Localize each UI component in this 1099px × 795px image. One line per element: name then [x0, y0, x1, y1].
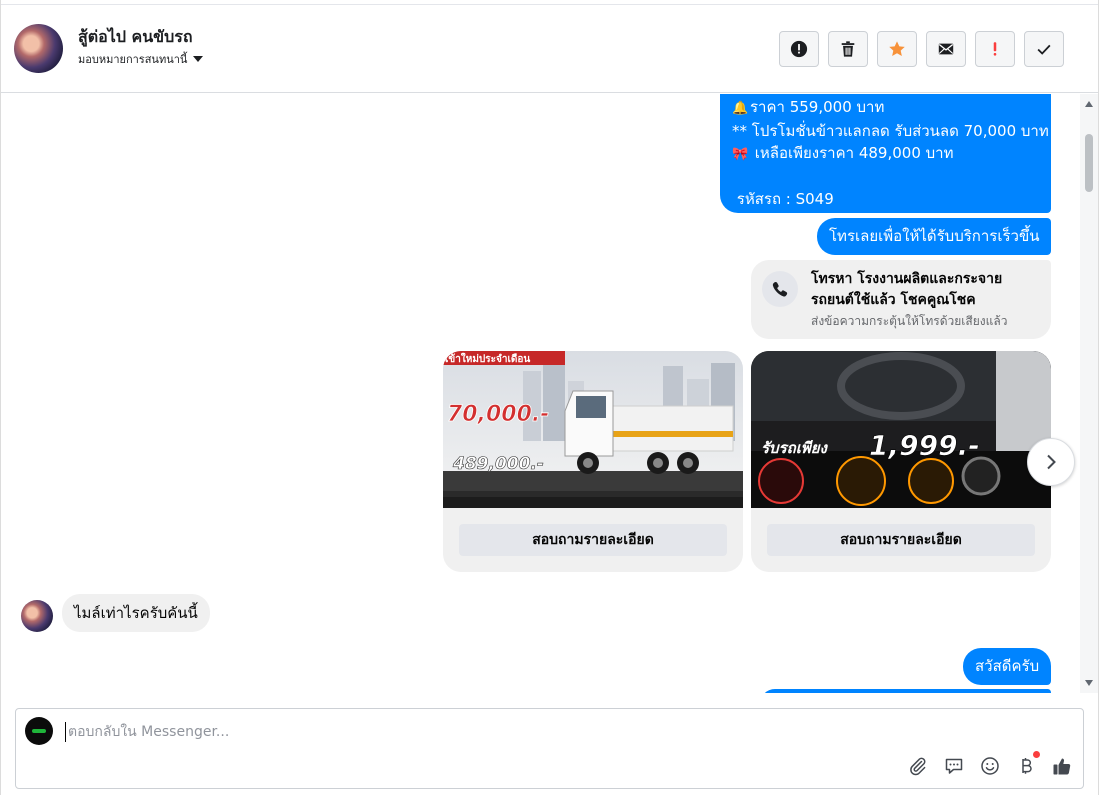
- truck-ad-image[interactable]: เข้าใหม่ประจำเดือน 70,000.- 489,000.-: [443, 351, 743, 508]
- outgoing-message-bubble: สวัสดีครับ: [963, 648, 1052, 685]
- header-actions: [779, 31, 1064, 67]
- card2-amount: 1,999.-: [869, 429, 980, 462]
- trash-icon: [841, 41, 855, 57]
- messenger-conversation-window: สู้ต่อไป คนขับรถ มอบหมายการสนทนานี้ 🔔 รา…: [0, 0, 1099, 795]
- attach-button[interactable]: [907, 755, 929, 777]
- assign-conversation-label: มอบหมายการสนทนานี้: [78, 53, 188, 66]
- carousel-next-button[interactable]: [1027, 438, 1075, 486]
- contact-avatar-small[interactable]: [21, 600, 53, 632]
- listing-price: ราคา 559,000 บาท: [750, 98, 885, 116]
- caret-down-icon: [193, 56, 204, 62]
- call-card[interactable]: โทรหา โรงงานผลิตและกระจายรถยนต์ใช้แล้ว โ…: [751, 260, 1051, 339]
- call-prompt-bubble: โทรเลยเพื่อให้ได้รับบริการเร็วขึ้น: [817, 218, 1052, 255]
- inquire-details-button[interactable]: สอบถามรายละเอียด: [767, 524, 1035, 556]
- check-icon: [1037, 44, 1051, 55]
- saved-replies-button[interactable]: [943, 755, 965, 777]
- payment-button[interactable]: [1015, 751, 1040, 777]
- reply-input[interactable]: [65, 722, 765, 742]
- bell-icon: 🔔: [732, 101, 749, 116]
- card2-headline: รับรถเพียง: [761, 439, 829, 457]
- inquire-details-button[interactable]: สอบถามรายละเอียด: [459, 524, 727, 556]
- alert-circle-icon: [790, 40, 808, 58]
- spam-button[interactable]: [975, 31, 1015, 67]
- card1-banner: เข้าใหม่ประจำเดือน: [445, 352, 530, 365]
- contact-avatar[interactable]: [14, 24, 63, 73]
- scroll-up-arrow-icon[interactable]: [1085, 101, 1093, 107]
- page-avatar: [25, 717, 53, 745]
- chevron-right-icon: [1047, 454, 1056, 470]
- listing-message-bubble: 🔔 ราคา 559,000 บาท ** โปรโมชั่นข้าวแลกลด …: [720, 94, 1051, 213]
- star-icon: [889, 41, 905, 57]
- reply-composer: [15, 708, 1084, 789]
- star-button[interactable]: [877, 31, 917, 67]
- exclamation-icon: [993, 42, 997, 56]
- delete-button[interactable]: [828, 31, 868, 67]
- card1-discount: 70,000.-: [447, 402, 549, 427]
- carousel-card: เข้าใหม่ประจำเดือน 70,000.- 489,000.- สอ…: [443, 351, 743, 572]
- baht-icon: [1022, 758, 1032, 774]
- call-card-subtitle: ส่งข้อความกระตุ้นให้โทรด้วยเสียงแล้ว: [811, 314, 1008, 328]
- conversation-header: สู้ต่อไป คนขับรถ มอบหมายการสนทนานี้: [1, 4, 1098, 93]
- report-button[interactable]: [779, 31, 819, 67]
- truck-interior-image[interactable]: รับรถเพียง 1,999.-: [751, 351, 1051, 508]
- ribbon-icon: 🎀: [732, 147, 749, 162]
- done-button[interactable]: [1024, 31, 1064, 67]
- mark-unread-button[interactable]: [926, 31, 966, 67]
- thumbs-up-icon: [1053, 758, 1071, 775]
- paperclip-icon: [910, 757, 926, 776]
- listing-promo: ** โปรโมชั่นข้าวแลกลด รับส่วนลด 70,000 บ…: [732, 122, 1049, 140]
- notification-dot: [1033, 751, 1040, 758]
- phone-icon: [762, 271, 798, 307]
- scroll-down-arrow-icon[interactable]: [1085, 680, 1093, 686]
- assign-conversation-dropdown[interactable]: มอบหมายการสนทนานี้: [78, 50, 204, 68]
- like-button[interactable]: [1051, 755, 1073, 777]
- card1-price: 489,000.-: [452, 454, 544, 474]
- message-thread[interactable]: 🔔 ราคา 559,000 บาท ** โปรโมชั่นข้าวแลกลด …: [1, 94, 1081, 693]
- composer-tools: [907, 751, 1073, 777]
- call-card-title: โทรหา โรงงานผลิตและกระจายรถยนต์ใช้แล้ว โ…: [811, 271, 1003, 308]
- smiley-icon: [981, 757, 999, 775]
- contact-name[interactable]: สู้ต่อไป คนขับรถ: [78, 25, 193, 50]
- listing-final-price: เหลือเพียงราคา 489,000 บาท: [754, 144, 954, 162]
- emoji-button[interactable]: [979, 755, 1001, 777]
- scrollbar-thumb[interactable]: [1085, 134, 1093, 192]
- envelope-icon: [938, 43, 954, 55]
- listing-code: รหัสรถ : S049: [736, 190, 834, 208]
- incoming-message-bubble: ไมล์เท่าไรครับคันนี้: [62, 594, 210, 632]
- chat-bubble-icon: [945, 758, 963, 774]
- outgoing-message-bubble-partial: [760, 689, 1051, 693]
- carousel-card: รับรถเพียง 1,999.- สอบถามรายละเอียด: [751, 351, 1051, 572]
